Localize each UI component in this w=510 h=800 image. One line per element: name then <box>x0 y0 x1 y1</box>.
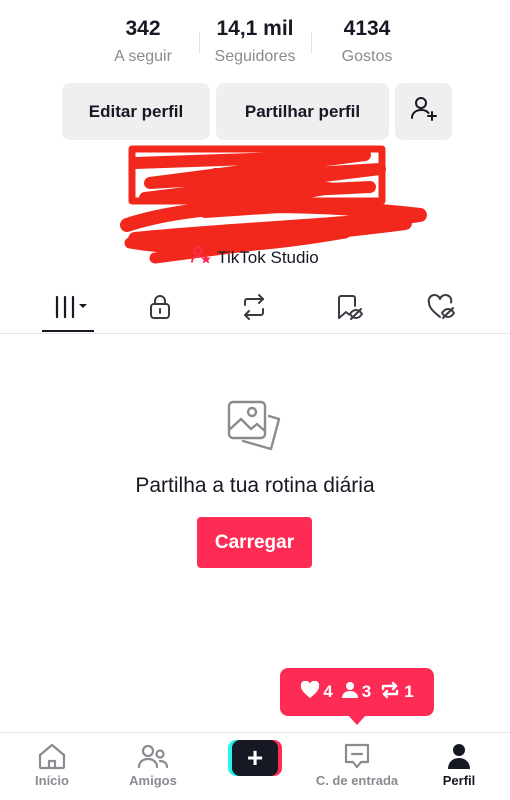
heart-icon <box>300 680 320 704</box>
profile-stats: 342 A seguir 14,1 mil Seguidores 4134 Go… <box>0 14 510 74</box>
repost-icon <box>239 293 269 326</box>
stat-value: 342 <box>125 17 161 40</box>
tab-reposts[interactable] <box>224 287 284 331</box>
profile-icon <box>445 742 473 770</box>
nav-inbox-label: C. de entrada <box>315 773 399 788</box>
empty-state-title: Partilha a tua rotina diária <box>135 474 375 497</box>
create-button[interactable]: + <box>228 740 282 776</box>
bookmark-hidden-icon <box>333 293 363 326</box>
activity-bubble[interactable]: 4 3 1 <box>280 668 434 725</box>
active-tab-indicator <box>42 330 94 332</box>
edit-profile-button[interactable]: Editar perfil <box>62 83 210 140</box>
stat-value: 4134 <box>343 17 391 40</box>
add-user-icon <box>409 94 439 129</box>
tiktok-studio-link[interactable]: TikTok Studio <box>0 245 510 270</box>
photos-icon <box>225 398 285 463</box>
tab-liked[interactable] <box>412 287 472 331</box>
nav-friends[interactable]: Amigos <box>108 733 198 800</box>
likes-count: 4 <box>300 680 333 704</box>
stat-label: A seguir <box>114 48 172 65</box>
inbox-icon <box>342 742 372 770</box>
nav-home-label: Início <box>35 773 69 788</box>
friends-icon <box>137 742 169 770</box>
tiktok-studio-label: TikTok Studio <box>217 247 319 267</box>
stat-label: Gostos <box>341 48 393 65</box>
stat-following[interactable]: 342 A seguir <box>87 14 199 74</box>
videos-grid-icon <box>48 294 88 325</box>
stat-value: 14,1 mil <box>216 17 294 40</box>
reposts-count: 1 <box>379 681 414 704</box>
nav-profile[interactable]: Perfil <box>414 733 504 800</box>
followers-count-value: 3 <box>361 682 372 701</box>
upload-button[interactable]: Carregar <box>197 517 312 568</box>
stat-label: Seguidores <box>214 48 296 65</box>
home-icon <box>37 742 67 770</box>
nav-profile-label: Perfil <box>442 773 476 788</box>
reposts-count-value: 1 <box>404 682 414 701</box>
person-icon <box>341 681 359 704</box>
stat-followers[interactable]: 14,1 mil Seguidores <box>199 14 311 74</box>
share-profile-button[interactable]: Partilhar perfil <box>216 83 389 140</box>
nav-friends-label: Amigos <box>129 773 177 788</box>
content-tabs <box>0 287 510 334</box>
plus-icon: + <box>232 740 278 776</box>
profile-actions: Editar perfil Partilhar perfil <box>62 83 452 140</box>
profile-screen: 342 A seguir 14,1 mil Seguidores 4134 Go… <box>0 0 510 800</box>
nav-home[interactable]: Início <box>7 733 97 800</box>
nav-inbox[interactable]: C. de entrada <box>312 733 402 800</box>
tab-private[interactable] <box>130 287 190 331</box>
likes-count-value: 4 <box>323 682 333 701</box>
repost-icon <box>379 681 401 704</box>
lock-icon <box>147 293 173 326</box>
followers-count: 3 <box>341 681 371 704</box>
tab-favorites[interactable] <box>318 287 378 331</box>
add-friend-button[interactable] <box>395 83 452 140</box>
tab-videos[interactable] <box>38 287 98 331</box>
liked-hidden-icon <box>426 293 458 326</box>
tiktok-studio-icon <box>191 245 213 270</box>
stat-likes[interactable]: 4134 Gostos <box>311 14 423 74</box>
